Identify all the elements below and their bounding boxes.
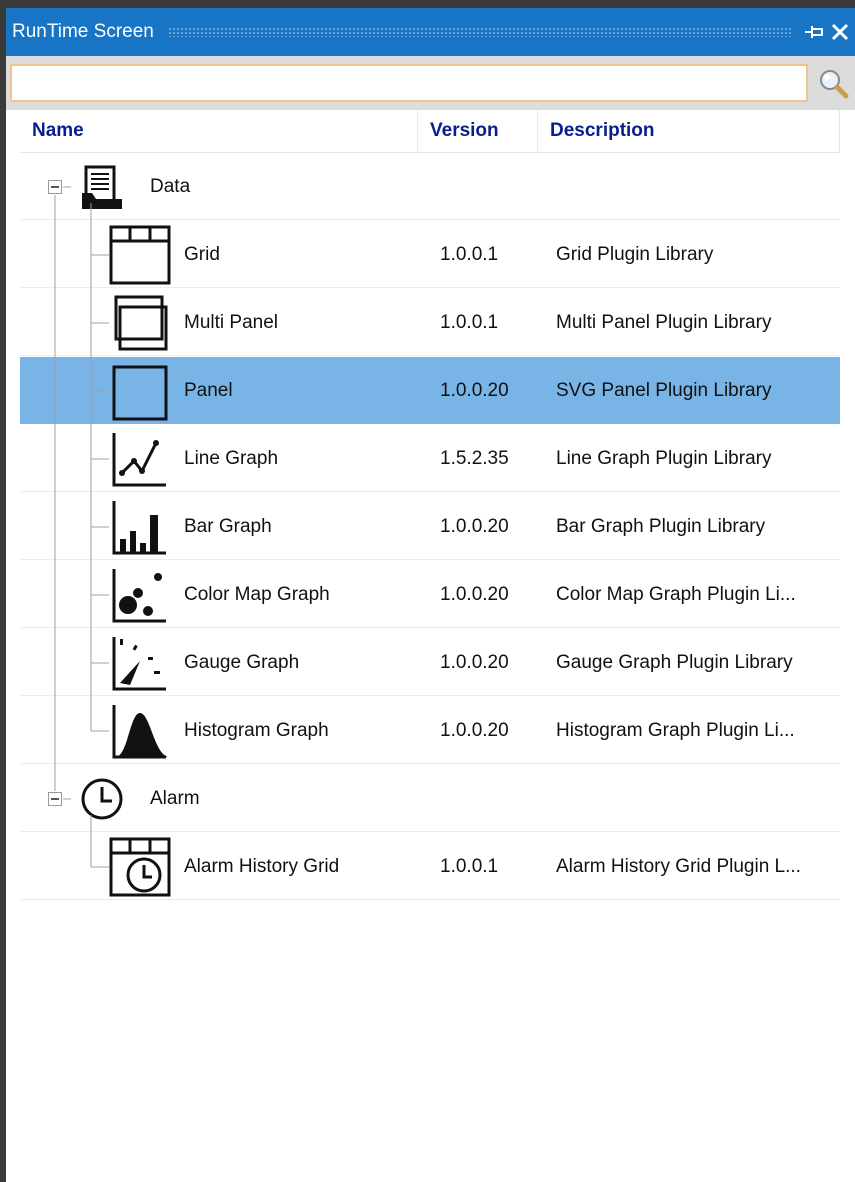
item-description: Alarm History Grid Plugin L... xyxy=(556,856,801,877)
color-map-graph-icon xyxy=(108,563,172,632)
tree-item-row[interactable]: Bar Graph 1.0.0.20 Bar Graph Plugin Librar… xyxy=(20,493,840,560)
grid-header: Name Version Description xyxy=(20,110,840,153)
item-name: Bar Graph xyxy=(184,516,272,537)
item-version: 1.0.0.1 xyxy=(440,856,499,877)
tree-item-row[interactable]: Multi Panel 1.0.0.1 Multi Panel Plugin Lib… xyxy=(20,289,840,356)
panel-titlebar: RunTime Screen xyxy=(6,8,855,56)
search-bar xyxy=(6,56,855,110)
item-description: Grid Plugin Library xyxy=(556,244,714,265)
tree-item-row[interactable]: Gauge Graph 1.0.0.20 Gauge Graph Plugin Li… xyxy=(20,629,840,696)
pin-icon[interactable] xyxy=(803,19,825,45)
item-name: Histogram Graph xyxy=(184,720,329,741)
search-icon[interactable] xyxy=(814,64,852,102)
item-description: Color Map Graph Plugin Li... xyxy=(556,584,796,605)
item-version: 1.0.0.1 xyxy=(440,244,499,265)
group-name: Alarm xyxy=(150,788,200,809)
tree-item-row[interactable]: Alarm History Grid 1.0.0.1 Alarm History G… xyxy=(20,833,840,900)
item-description: Gauge Graph Plugin Library xyxy=(556,652,793,673)
item-description: Line Graph Plugin Library xyxy=(556,448,772,469)
bar-graph-icon xyxy=(108,495,172,564)
panel-title: RunTime Screen xyxy=(12,21,154,42)
collapse-toggle-icon[interactable] xyxy=(48,180,62,194)
panel-icon xyxy=(108,359,172,428)
item-name: Alarm History Grid xyxy=(184,856,340,877)
data-document-icon xyxy=(78,163,126,216)
plugin-tree-grid: Name Version Description Data Grid 1.0.0.1… xyxy=(6,110,855,1182)
line-graph-icon xyxy=(108,427,172,496)
clock-icon xyxy=(78,775,126,828)
tree-group-row[interactable]: Alarm xyxy=(20,765,840,832)
tree-item-row[interactable]: Histogram Graph 1.0.0.20 Histogram Graph P… xyxy=(20,697,840,764)
item-version: 1.0.0.20 xyxy=(440,652,509,673)
tree-item-row[interactable]: Panel 1.0.0.20 SVG Panel Plugin Library xyxy=(20,357,840,424)
alarm-history-grid-icon xyxy=(108,835,172,904)
item-description: Multi Panel Plugin Library xyxy=(556,312,772,333)
collapse-toggle-icon[interactable] xyxy=(48,792,62,806)
item-name: Line Graph xyxy=(184,448,279,469)
item-name: Multi Panel xyxy=(184,312,278,333)
tree-item-row[interactable]: Line Graph 1.5.2.35 Line Graph Plugin Libr… xyxy=(20,425,840,492)
tree-group-row[interactable]: Data xyxy=(20,153,840,220)
search-input[interactable] xyxy=(10,64,808,102)
item-version: 1.0.0.20 xyxy=(440,584,509,605)
column-header-version[interactable]: Version xyxy=(418,110,538,152)
item-name: Grid xyxy=(184,244,220,265)
item-version: 1.0.0.20 xyxy=(440,380,509,401)
column-header-description[interactable]: Description xyxy=(538,110,840,152)
histogram-graph-icon xyxy=(108,699,172,768)
item-description: Histogram Graph Plugin Li... xyxy=(556,720,795,741)
close-icon[interactable] xyxy=(829,19,851,45)
item-name: Color Map Graph xyxy=(184,584,330,605)
item-version: 1.0.0.20 xyxy=(440,720,509,741)
item-description: Bar Graph Plugin Library xyxy=(556,516,766,537)
item-name: Panel xyxy=(184,380,233,401)
tree-item-row[interactable]: Color Map Graph 1.0.0.20 Color Map Graph P… xyxy=(20,561,840,628)
item-version: 1.0.0.20 xyxy=(440,516,509,537)
item-description: SVG Panel Plugin Library xyxy=(556,380,772,401)
multi-panel-icon xyxy=(108,291,172,360)
column-header-name[interactable]: Name xyxy=(20,110,418,152)
item-version: 1.5.2.35 xyxy=(440,448,509,469)
gauge-graph-icon xyxy=(108,631,172,700)
tree-item-row[interactable]: Grid 1.0.0.1 Grid Plugin Library xyxy=(20,221,840,288)
title-grip[interactable] xyxy=(167,27,791,37)
group-name: Data xyxy=(150,176,191,197)
item-name: Gauge Graph xyxy=(184,652,300,673)
item-version: 1.0.0.1 xyxy=(440,312,499,333)
grid-icon xyxy=(108,223,172,292)
